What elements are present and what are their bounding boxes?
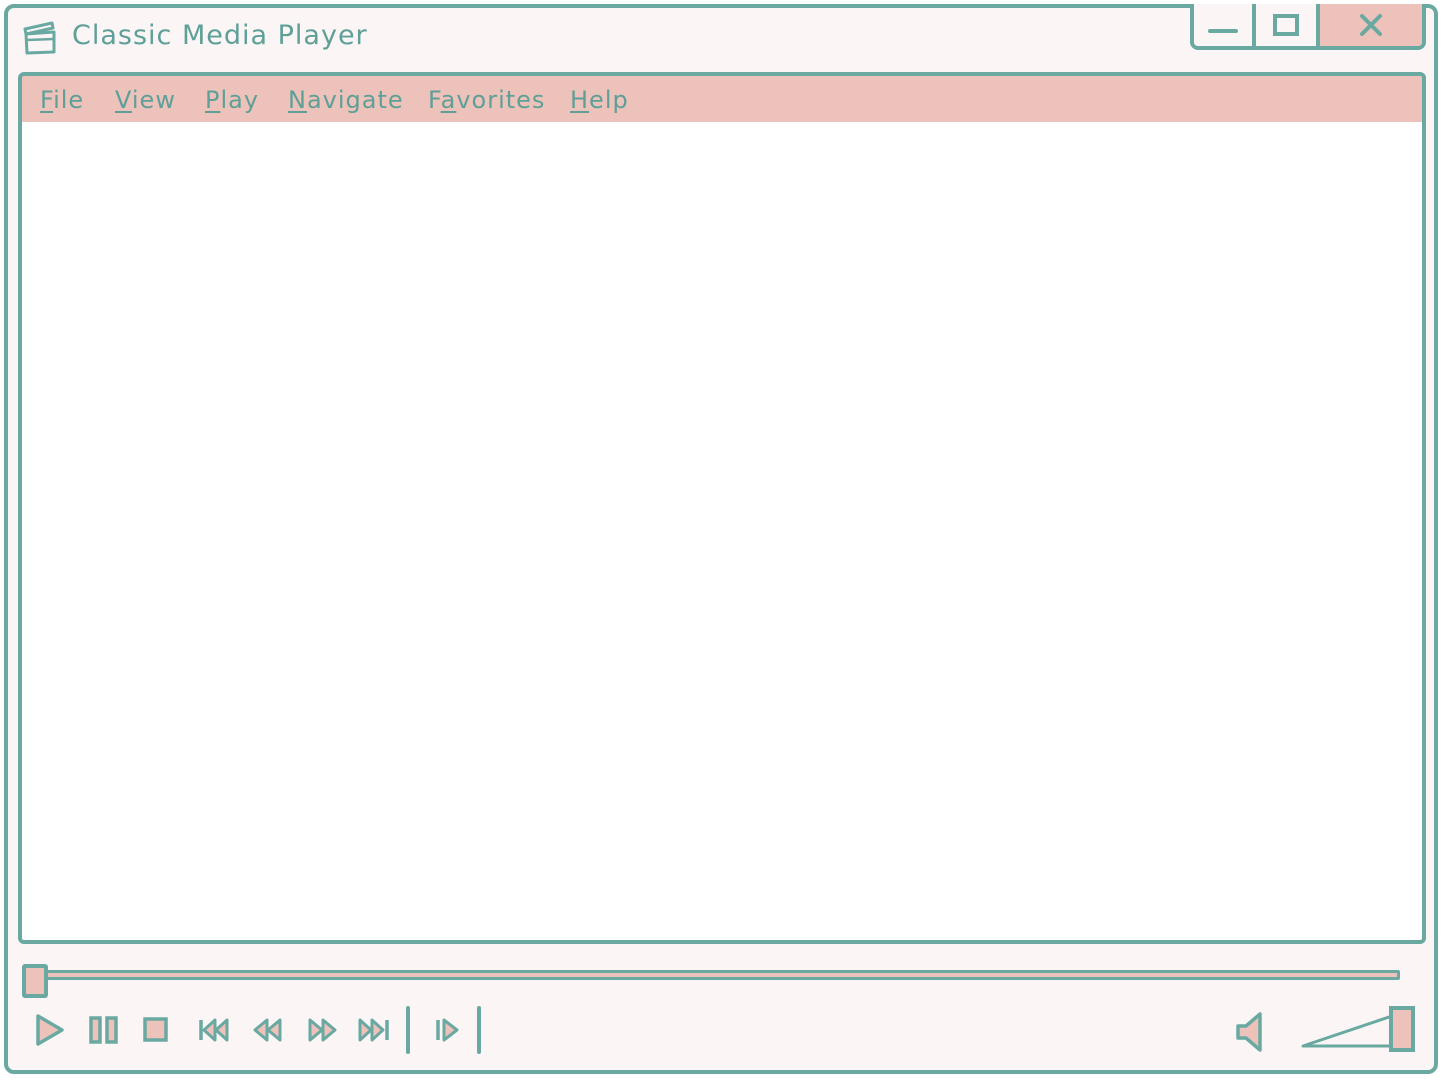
play-icon[interactable]	[32, 1012, 68, 1048]
title-bar[interactable]: Classic Media Player	[8, 4, 1434, 70]
rewind-icon[interactable]	[250, 1012, 286, 1048]
volume-slider[interactable]	[1300, 1004, 1420, 1054]
menu-file[interactable]: File	[40, 86, 84, 114]
menu-bar: File View Play Navigate Favorites Help	[18, 72, 1426, 126]
minimize-icon	[1208, 29, 1238, 33]
menu-play[interactable]: Play	[205, 86, 259, 114]
media-player-window: Classic Media Player File View Play Navi…	[4, 4, 1438, 1074]
volume-thumb[interactable]	[1389, 1006, 1415, 1052]
seek-bar[interactable]	[30, 970, 1400, 980]
menu-help[interactable]: Help	[570, 86, 629, 114]
menu-favorites[interactable]: Favorites	[428, 86, 545, 114]
window-title: Classic Media Player	[72, 20, 368, 51]
clapperboard-icon	[23, 21, 56, 55]
window-controls	[1190, 4, 1426, 50]
close-button[interactable]	[1320, 4, 1422, 46]
maximize-icon	[1273, 14, 1299, 36]
fast-forward-icon[interactable]	[304, 1012, 340, 1048]
controls-separator	[477, 1006, 481, 1054]
controls-separator	[406, 1006, 410, 1054]
speaker-icon[interactable]	[1234, 1010, 1270, 1054]
pause-icon[interactable]	[86, 1012, 122, 1048]
close-icon	[1360, 14, 1382, 36]
video-display[interactable]	[18, 122, 1426, 944]
skip-previous-icon[interactable]	[196, 1012, 232, 1048]
skip-next-icon[interactable]	[356, 1012, 392, 1048]
minimize-button[interactable]	[1194, 4, 1256, 46]
seek-thumb[interactable]	[22, 964, 48, 998]
frame-step-icon[interactable]	[430, 1012, 466, 1048]
maximize-button[interactable]	[1256, 4, 1320, 46]
stop-icon[interactable]	[138, 1012, 174, 1048]
menu-navigate[interactable]: Navigate	[288, 86, 404, 114]
menu-view[interactable]: View	[115, 86, 176, 114]
